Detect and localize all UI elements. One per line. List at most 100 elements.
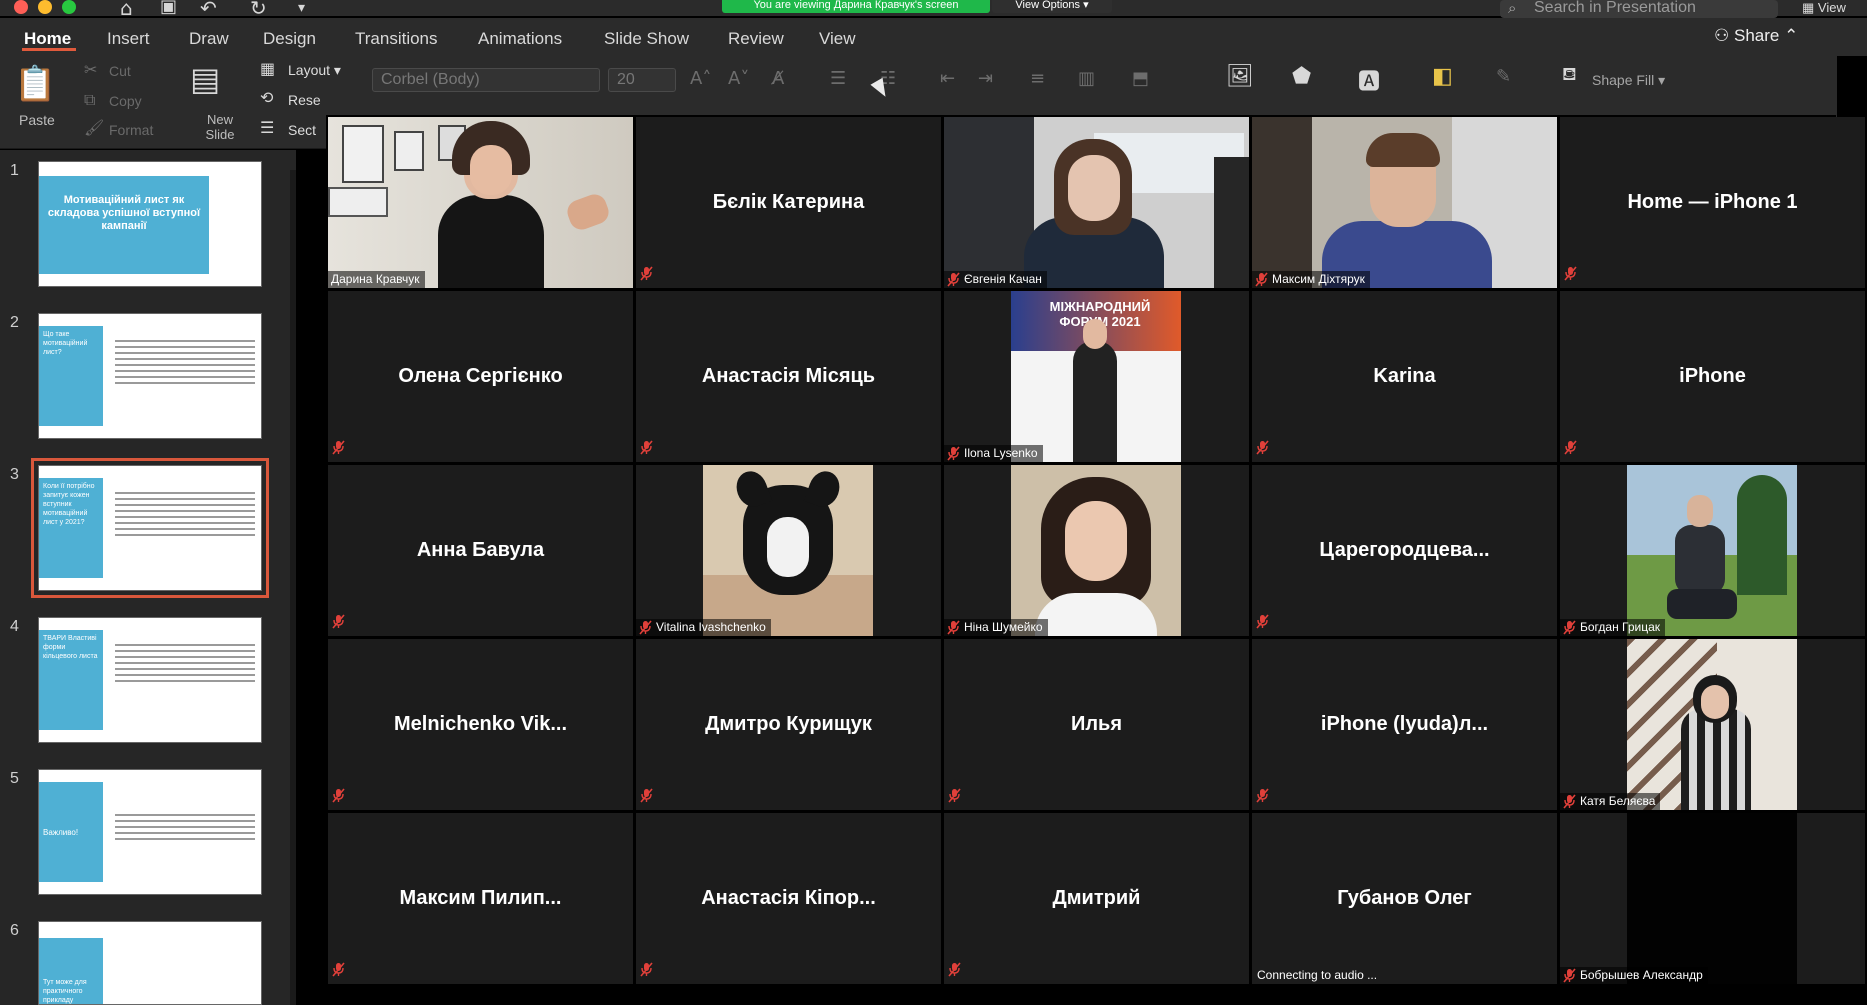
zoom-window-button[interactable] [62, 0, 76, 14]
slide-panel-scrollbar[interactable] [290, 170, 296, 1005]
search-input[interactable]: ⌕ Search in Presentation [1500, 0, 1778, 18]
cut-button[interactable]: Cut [109, 63, 131, 79]
participant-tile[interactable]: Бєлік Катерина [636, 117, 941, 288]
close-window-button[interactable] [14, 0, 28, 14]
reset-button[interactable]: Rese [288, 92, 321, 108]
text-box-icon[interactable]: 🅰 [1358, 64, 1380, 96]
participant-tile[interactable]: iPhone (lyuda)л... [1252, 639, 1557, 810]
participant-name: Анастасія Місяць [701, 365, 876, 387]
participant-tile[interactable]: Дмитрий [944, 813, 1249, 984]
muted-mic-icon [1256, 440, 1269, 455]
participant-name: Karina [1373, 365, 1436, 387]
tab-transitions[interactable]: Transitions [355, 29, 438, 49]
muted-mic-icon [640, 788, 653, 803]
slide-thumbnail-6[interactable]: Тут може для практичного прикладу [38, 921, 262, 1005]
participant-tile[interactable]: Анна Бавула [328, 465, 633, 636]
participant-tile[interactable]: Home — iPhone 1 [1560, 117, 1865, 288]
layout-button[interactable]: Layout ▾ [288, 62, 341, 79]
tab-insert[interactable]: Insert [107, 29, 150, 49]
tab-review[interactable]: Review [728, 29, 784, 49]
paste-icon[interactable]: 📋 [14, 64, 56, 104]
shapes-icon[interactable]: ⬟ [1292, 64, 1311, 89]
participant-tile[interactable]: iPhone [1560, 291, 1865, 462]
home-icon[interactable]: ⌂ [120, 0, 133, 20]
tab-home[interactable]: Home [24, 29, 71, 49]
participant-tile[interactable]: МІЖНАРОДНИЙ ФОРУМ 2021 Ilona Lysenko [944, 291, 1249, 462]
active-tab-indicator [22, 48, 76, 51]
line-spacing-icon[interactable]: ≡ [1030, 68, 1045, 89]
picture-icon[interactable]: 🖼 [1226, 64, 1254, 89]
tab-animations[interactable]: Animations [478, 29, 562, 49]
mic-status [1564, 266, 1577, 286]
participant-tile[interactable]: Євгенія Качан [944, 117, 1249, 288]
section-button[interactable]: Sect [288, 122, 316, 138]
muted-mic-icon [332, 614, 345, 629]
participant-tile[interactable]: Царегородцева... [1252, 465, 1557, 636]
participant-video [1627, 465, 1797, 636]
share-button[interactable]: ⚇ Share ⌃ [1714, 26, 1798, 46]
muted-mic-icon [1256, 614, 1269, 629]
active-speaker-tile[interactable]: Дарина Кравчук [328, 117, 633, 288]
slide-thumbnail-3[interactable]: Коли її потрібно запитує кожен вступник … [31, 458, 269, 598]
participant-tile[interactable]: Vitalina Ivashchenko [636, 465, 941, 636]
new-slide-button[interactable]: New Slide [198, 112, 242, 142]
copy-button[interactable]: Copy [109, 93, 142, 109]
muted-mic-icon [1563, 620, 1576, 635]
decrease-font-icon[interactable]: A˅ [728, 68, 749, 89]
paste-button[interactable]: Paste [19, 112, 55, 128]
participant-tile[interactable]: Максим Діхтярук [1252, 117, 1557, 288]
convert-smartart-icon[interactable]: ⬒ [1132, 68, 1149, 89]
slide-title-block: ТВАРИ Властиві форми кільцевого листа [39, 630, 103, 730]
search-icon: ⌕ [1508, 0, 1517, 17]
participant-name: iPhone (lyuda)л... [1320, 713, 1489, 735]
arrange-icon[interactable]: ◧ [1432, 64, 1453, 89]
zoom-view-button[interactable]: ▦ View [1802, 0, 1846, 16]
slide-thumbnail-5[interactable]: Важливо! [38, 769, 262, 895]
participant-name: Home — iPhone 1 [1627, 191, 1798, 213]
participant-tile[interactable]: Губанов Олег Connecting to audio ... [1252, 813, 1557, 984]
tab-draw[interactable]: Draw [189, 29, 229, 49]
save-icon[interactable]: ▣ [160, 0, 177, 17]
participant-tile[interactable]: Анастасія Кіпор... [636, 813, 941, 984]
participant-tile[interactable]: Катя Беляєва [1560, 639, 1865, 810]
shape-fill-button[interactable]: Shape Fill ▾ [1592, 72, 1665, 89]
quick-styles-icon[interactable]: ✎ [1496, 66, 1511, 87]
columns-icon[interactable]: ▥ [1078, 68, 1095, 89]
minimize-window-button[interactable] [38, 0, 52, 14]
collapse-ribbon-icon[interactable]: ⌃ [1784, 26, 1798, 45]
slide-thumbnail-2[interactable]: Що таке мотиваційний лист? [38, 313, 262, 439]
participant-tile[interactable]: Melnichenko Vik... [328, 639, 633, 810]
tab-design[interactable]: Design [263, 29, 316, 49]
participant-tile[interactable]: Максим Пилип... [328, 813, 633, 984]
slide-number: 4 [10, 618, 19, 635]
clear-format-icon[interactable]: A̸ [772, 68, 784, 89]
view-options-button[interactable]: View Options ▾ [992, 0, 1112, 13]
increase-font-icon[interactable]: A˄ [690, 68, 711, 89]
undo-icon[interactable]: ↶ [200, 0, 217, 20]
participant-tile[interactable]: Karina [1252, 291, 1557, 462]
participant-tile[interactable]: Бобрышев Александр [1560, 813, 1865, 984]
participant-tile[interactable]: Анастасія Місяць [636, 291, 941, 462]
customize-toolbar-icon[interactable]: ▾ [298, 0, 305, 16]
slide-thumbnail-4[interactable]: ТВАРИ Властиві форми кільцевого листа [38, 617, 262, 743]
participant-tile[interactable]: Богдан Грицак [1560, 465, 1865, 636]
font-family-select[interactable]: Corbel (Body) [372, 68, 600, 92]
format-painter-button[interactable]: Format [109, 122, 153, 138]
muted-mic-icon [948, 962, 961, 977]
new-slide-icon[interactable]: ▤ [190, 60, 220, 98]
participant-video [328, 117, 633, 288]
participant-tile[interactable]: Илья [944, 639, 1249, 810]
tab-slide-show[interactable]: Slide Show [604, 29, 689, 49]
participant-tile[interactable]: Дмитро Курищук [636, 639, 941, 810]
bullets-icon[interactable]: ☰ [830, 68, 846, 89]
tab-view[interactable]: View [819, 29, 856, 49]
participant-name: Губанов Олег [1337, 887, 1472, 909]
increase-indent-icon[interactable]: ⇥ [978, 68, 993, 89]
decrease-indent-icon[interactable]: ⇤ [940, 68, 955, 89]
participant-tile[interactable]: Ніна Шумейко [944, 465, 1249, 636]
slide-thumbnail-1[interactable]: Мотиваційний лист як складова успішної в… [38, 161, 262, 287]
participant-tile[interactable]: Олена Сергієнко [328, 291, 633, 462]
redo-icon[interactable]: ↻ [250, 0, 267, 20]
font-size-select[interactable]: 20 [608, 68, 676, 92]
slide-body-text [115, 644, 255, 686]
